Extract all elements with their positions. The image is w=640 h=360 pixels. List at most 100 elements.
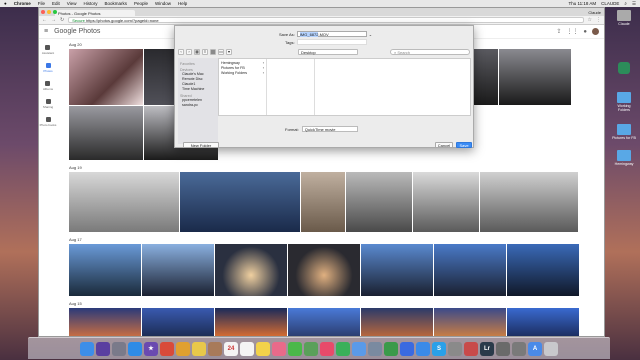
tab-google-photos[interactable]: Photos - Google Photos bbox=[55, 10, 135, 16]
sidebar-item-time-machine[interactable]: Time Machine bbox=[180, 87, 216, 92]
photo-thumbnail[interactable] bbox=[215, 308, 287, 336]
numbers-icon[interactable] bbox=[384, 341, 398, 356]
maps-icon[interactable] bbox=[304, 341, 318, 356]
lightroom-icon[interactable]: Lr bbox=[480, 341, 494, 356]
calendar-icon[interactable]: 24 bbox=[224, 341, 238, 356]
forward-icon[interactable]: → bbox=[51, 17, 56, 23]
imovie-icon[interactable]: ★ bbox=[144, 341, 158, 356]
photo-thumbnail[interactable] bbox=[434, 244, 506, 296]
utility-icon[interactable] bbox=[512, 341, 526, 356]
menubar-user[interactable]: CLAUDE bbox=[601, 1, 619, 7]
chrome-menu-icon[interactable]: ⋮ bbox=[596, 17, 601, 23]
forward-icon[interactable]: › bbox=[186, 49, 192, 55]
nav-assistant[interactable]: Assistant bbox=[42, 45, 54, 55]
skype-icon[interactable]: S bbox=[432, 341, 446, 356]
tags-input[interactable] bbox=[296, 39, 367, 45]
back-icon[interactable]: ‹ bbox=[178, 49, 184, 55]
format-select[interactable]: QuickTime movie bbox=[301, 126, 358, 132]
appstore-icon[interactable] bbox=[416, 341, 430, 356]
apple-menu-icon[interactable]: ● bbox=[4, 1, 7, 6]
spotlight-icon[interactable]: ⌕ bbox=[624, 1, 627, 7]
apps-grid-icon[interactable]: ⋮⋮ bbox=[566, 28, 578, 35]
photo-thumbnail[interactable] bbox=[288, 244, 360, 296]
photo-thumbnail[interactable] bbox=[301, 172, 345, 232]
column-item[interactable]: Working Folders › bbox=[221, 71, 264, 76]
trash-icon[interactable] bbox=[544, 341, 558, 356]
zoom-window-icon[interactable] bbox=[53, 10, 57, 14]
reminders-icon[interactable] bbox=[240, 341, 254, 356]
menu-app-name[interactable]: Chrome bbox=[14, 1, 31, 6]
finder-icon[interactable] bbox=[80, 341, 94, 356]
photo-thumbnail[interactable] bbox=[69, 172, 179, 232]
desktop-item-app[interactable] bbox=[612, 62, 636, 74]
expand-dialog-icon[interactable]: ⌄ bbox=[369, 32, 372, 37]
desktop-item-pictures-for-fb[interactable]: Pictures for FB bbox=[612, 124, 636, 140]
notes-icon[interactable] bbox=[192, 341, 206, 356]
keynote-icon[interactable] bbox=[400, 341, 414, 356]
back-icon[interactable]: ← bbox=[42, 17, 47, 23]
contacts-icon[interactable] bbox=[208, 341, 222, 356]
menu-file[interactable]: File bbox=[38, 1, 45, 6]
photo-thumbnail[interactable] bbox=[69, 308, 141, 336]
arrange-icon[interactable]: ▾ bbox=[226, 49, 232, 55]
notes2-icon[interactable] bbox=[256, 341, 270, 356]
safari-icon[interactable] bbox=[128, 341, 142, 356]
notifications-icon[interactable]: ● bbox=[583, 29, 587, 35]
photo-thumbnail[interactable] bbox=[288, 308, 360, 336]
photo-thumbnail[interactable] bbox=[69, 49, 143, 105]
nav-photo-books[interactable]: Photo books bbox=[40, 117, 56, 127]
photo-thumbnail[interactable] bbox=[142, 308, 214, 336]
notification-center-icon[interactable]: ☰ bbox=[632, 1, 636, 7]
profile-name[interactable]: Claude bbox=[585, 9, 604, 16]
menu-edit[interactable]: Edit bbox=[52, 1, 60, 6]
hamburger-menu-icon[interactable]: ≡ bbox=[44, 28, 48, 35]
siri-icon[interactable] bbox=[96, 341, 110, 356]
nav-sharing[interactable]: Sharing bbox=[43, 99, 53, 109]
menu-people[interactable]: People bbox=[134, 1, 148, 6]
photo-thumbnail[interactable] bbox=[499, 49, 571, 105]
photo-thumbnail[interactable] bbox=[361, 244, 433, 296]
nav-albums[interactable]: Albums bbox=[43, 81, 53, 91]
menu-history[interactable]: History bbox=[83, 1, 97, 6]
location-select[interactable]: Desktop bbox=[298, 49, 358, 55]
facetime-icon[interactable] bbox=[336, 341, 350, 356]
minimize-window-icon[interactable] bbox=[47, 10, 51, 14]
photos-icon[interactable] bbox=[272, 341, 286, 356]
photo-thumbnail[interactable] bbox=[215, 244, 287, 296]
close-window-icon[interactable] bbox=[41, 10, 45, 14]
preview-icon[interactable] bbox=[368, 341, 382, 356]
misc-icon[interactable] bbox=[464, 341, 478, 356]
save-as-input[interactable]: IMG_6872.MOV bbox=[296, 31, 367, 37]
avatar[interactable] bbox=[592, 28, 599, 35]
desktop-item-working-folders[interactable]: Working Folders bbox=[612, 92, 636, 112]
nav-photos[interactable]: Photos bbox=[43, 63, 53, 73]
photo-thumbnail[interactable] bbox=[142, 244, 214, 296]
photo-thumbnail[interactable] bbox=[69, 244, 141, 296]
list-view-icon[interactable]: ≡ bbox=[202, 49, 208, 55]
sysprefs-icon[interactable] bbox=[448, 341, 462, 356]
sidebar-item-sandra-pc[interactable]: sandra-pc bbox=[180, 103, 216, 108]
menu-window[interactable]: Window bbox=[155, 1, 171, 6]
photo-thumbnail[interactable] bbox=[480, 172, 578, 232]
photo-thumbnail[interactable] bbox=[434, 308, 506, 336]
column-view-icon[interactable] bbox=[210, 49, 216, 55]
url-input[interactable]: Secure https://photos.google.com/?pageId… bbox=[68, 17, 584, 23]
bookmark-star-icon[interactable]: ☆ bbox=[588, 17, 592, 23]
photo-thumbnail[interactable] bbox=[69, 106, 143, 160]
new-folder-button[interactable]: New Folder bbox=[183, 142, 219, 148]
menu-view[interactable]: View bbox=[67, 1, 77, 6]
mail-icon[interactable] bbox=[352, 341, 366, 356]
menubar-clock[interactable]: Thu 11:18 AM bbox=[568, 1, 596, 7]
menu-help[interactable]: Help bbox=[178, 1, 187, 6]
reload-icon[interactable]: ↻ bbox=[60, 17, 64, 23]
save-button[interactable]: Save bbox=[456, 142, 472, 148]
scanner-icon[interactable] bbox=[496, 341, 510, 356]
photo-thumbnail[interactable] bbox=[507, 308, 579, 336]
icon-view-icon[interactable]: ▦ bbox=[194, 49, 200, 55]
search-input[interactable]: ⌕ Search bbox=[390, 49, 470, 55]
photo-thumbnail[interactable] bbox=[180, 172, 300, 232]
appstore2-icon[interactable]: A bbox=[528, 341, 542, 356]
desktop-item-hemingway[interactable]: Hemingway bbox=[612, 150, 636, 166]
messages-icon[interactable] bbox=[288, 341, 302, 356]
photo-thumbnail[interactable] bbox=[413, 172, 479, 232]
